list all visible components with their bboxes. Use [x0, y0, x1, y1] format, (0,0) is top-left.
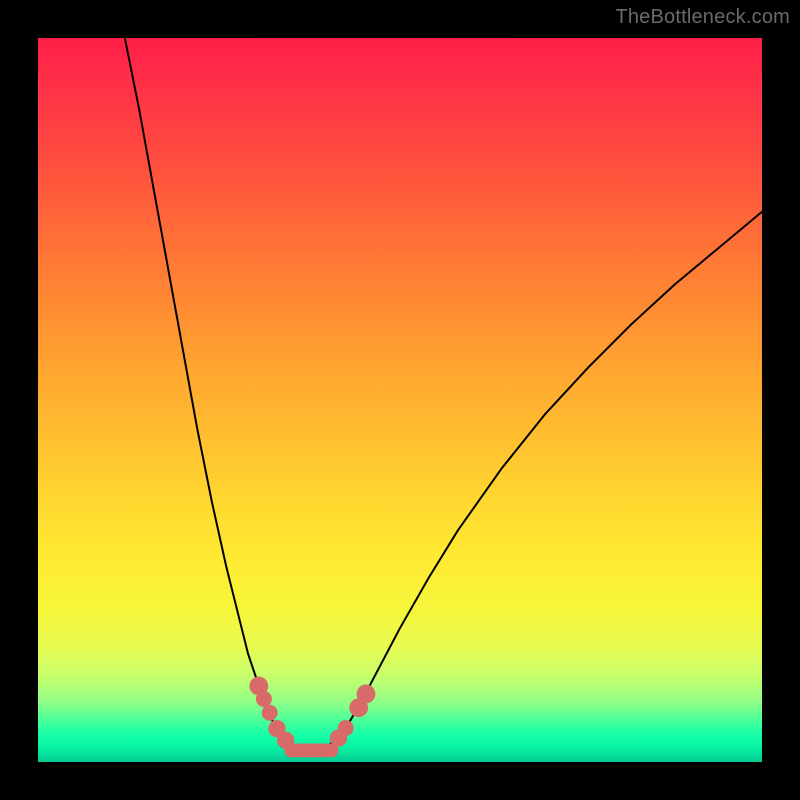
chart-frame: TheBottleneck.com [0, 0, 800, 800]
curve-marker [338, 720, 354, 736]
chart-svg [38, 38, 762, 762]
curve-markers [249, 677, 375, 758]
plot-area [38, 38, 762, 762]
curve-marker [262, 705, 278, 721]
curve-marker [357, 685, 376, 704]
curve-marker [256, 691, 272, 707]
curve-marker [277, 732, 294, 749]
watermark-label: TheBottleneck.com [615, 6, 790, 29]
bottleneck-curve [125, 38, 762, 752]
